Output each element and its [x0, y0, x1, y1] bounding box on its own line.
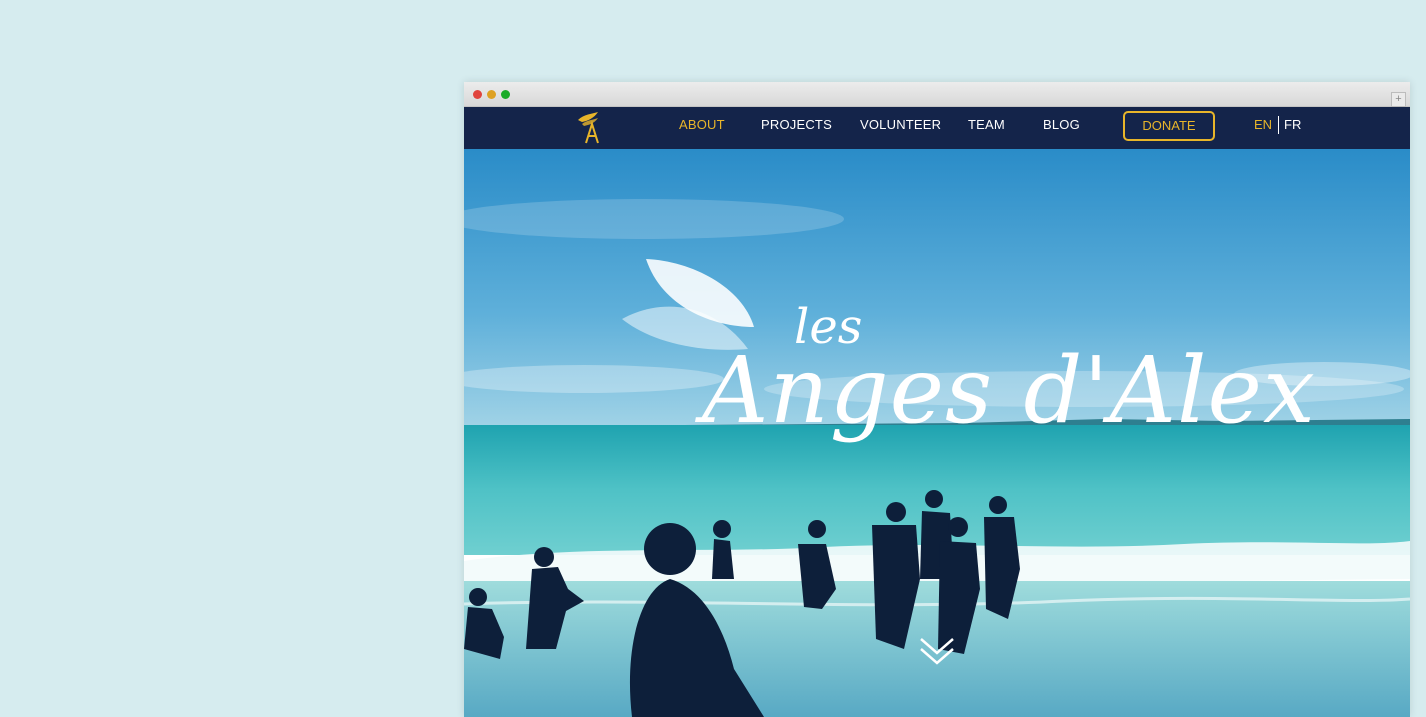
- nav-blog[interactable]: BLOG: [1043, 107, 1080, 149]
- nav-volunteer[interactable]: VOLUNTEER: [860, 107, 941, 149]
- plus-icon[interactable]: +: [1391, 92, 1406, 107]
- browser-window: + ABOUT PROJECTS VOLUNTEER TEAM BLOG DON…: [464, 82, 1410, 717]
- maximize-window-button[interactable]: [501, 90, 510, 99]
- donate-button[interactable]: DONATE: [1123, 111, 1215, 141]
- angel-wing-logo-icon[interactable]: [574, 110, 606, 146]
- site-navigation: ABOUT PROJECTS VOLUNTEER TEAM BLOG DONAT…: [464, 107, 1410, 149]
- language-divider: [1278, 116, 1279, 134]
- browser-title-bar: +: [464, 82, 1410, 107]
- minimize-window-button[interactable]: [487, 90, 496, 99]
- nav-projects[interactable]: PROJECTS: [761, 107, 832, 149]
- hero-section: les Anges d'Alex: [464, 149, 1410, 717]
- double-chevron-down-icon[interactable]: [917, 633, 957, 669]
- language-fr[interactable]: FR: [1284, 107, 1301, 149]
- hero-brand-title: Anges d'Alex: [702, 337, 1316, 444]
- language-en[interactable]: EN: [1254, 107, 1272, 149]
- close-window-button[interactable]: [473, 90, 482, 99]
- nav-about[interactable]: ABOUT: [679, 107, 725, 149]
- nav-team[interactable]: TEAM: [968, 107, 1005, 149]
